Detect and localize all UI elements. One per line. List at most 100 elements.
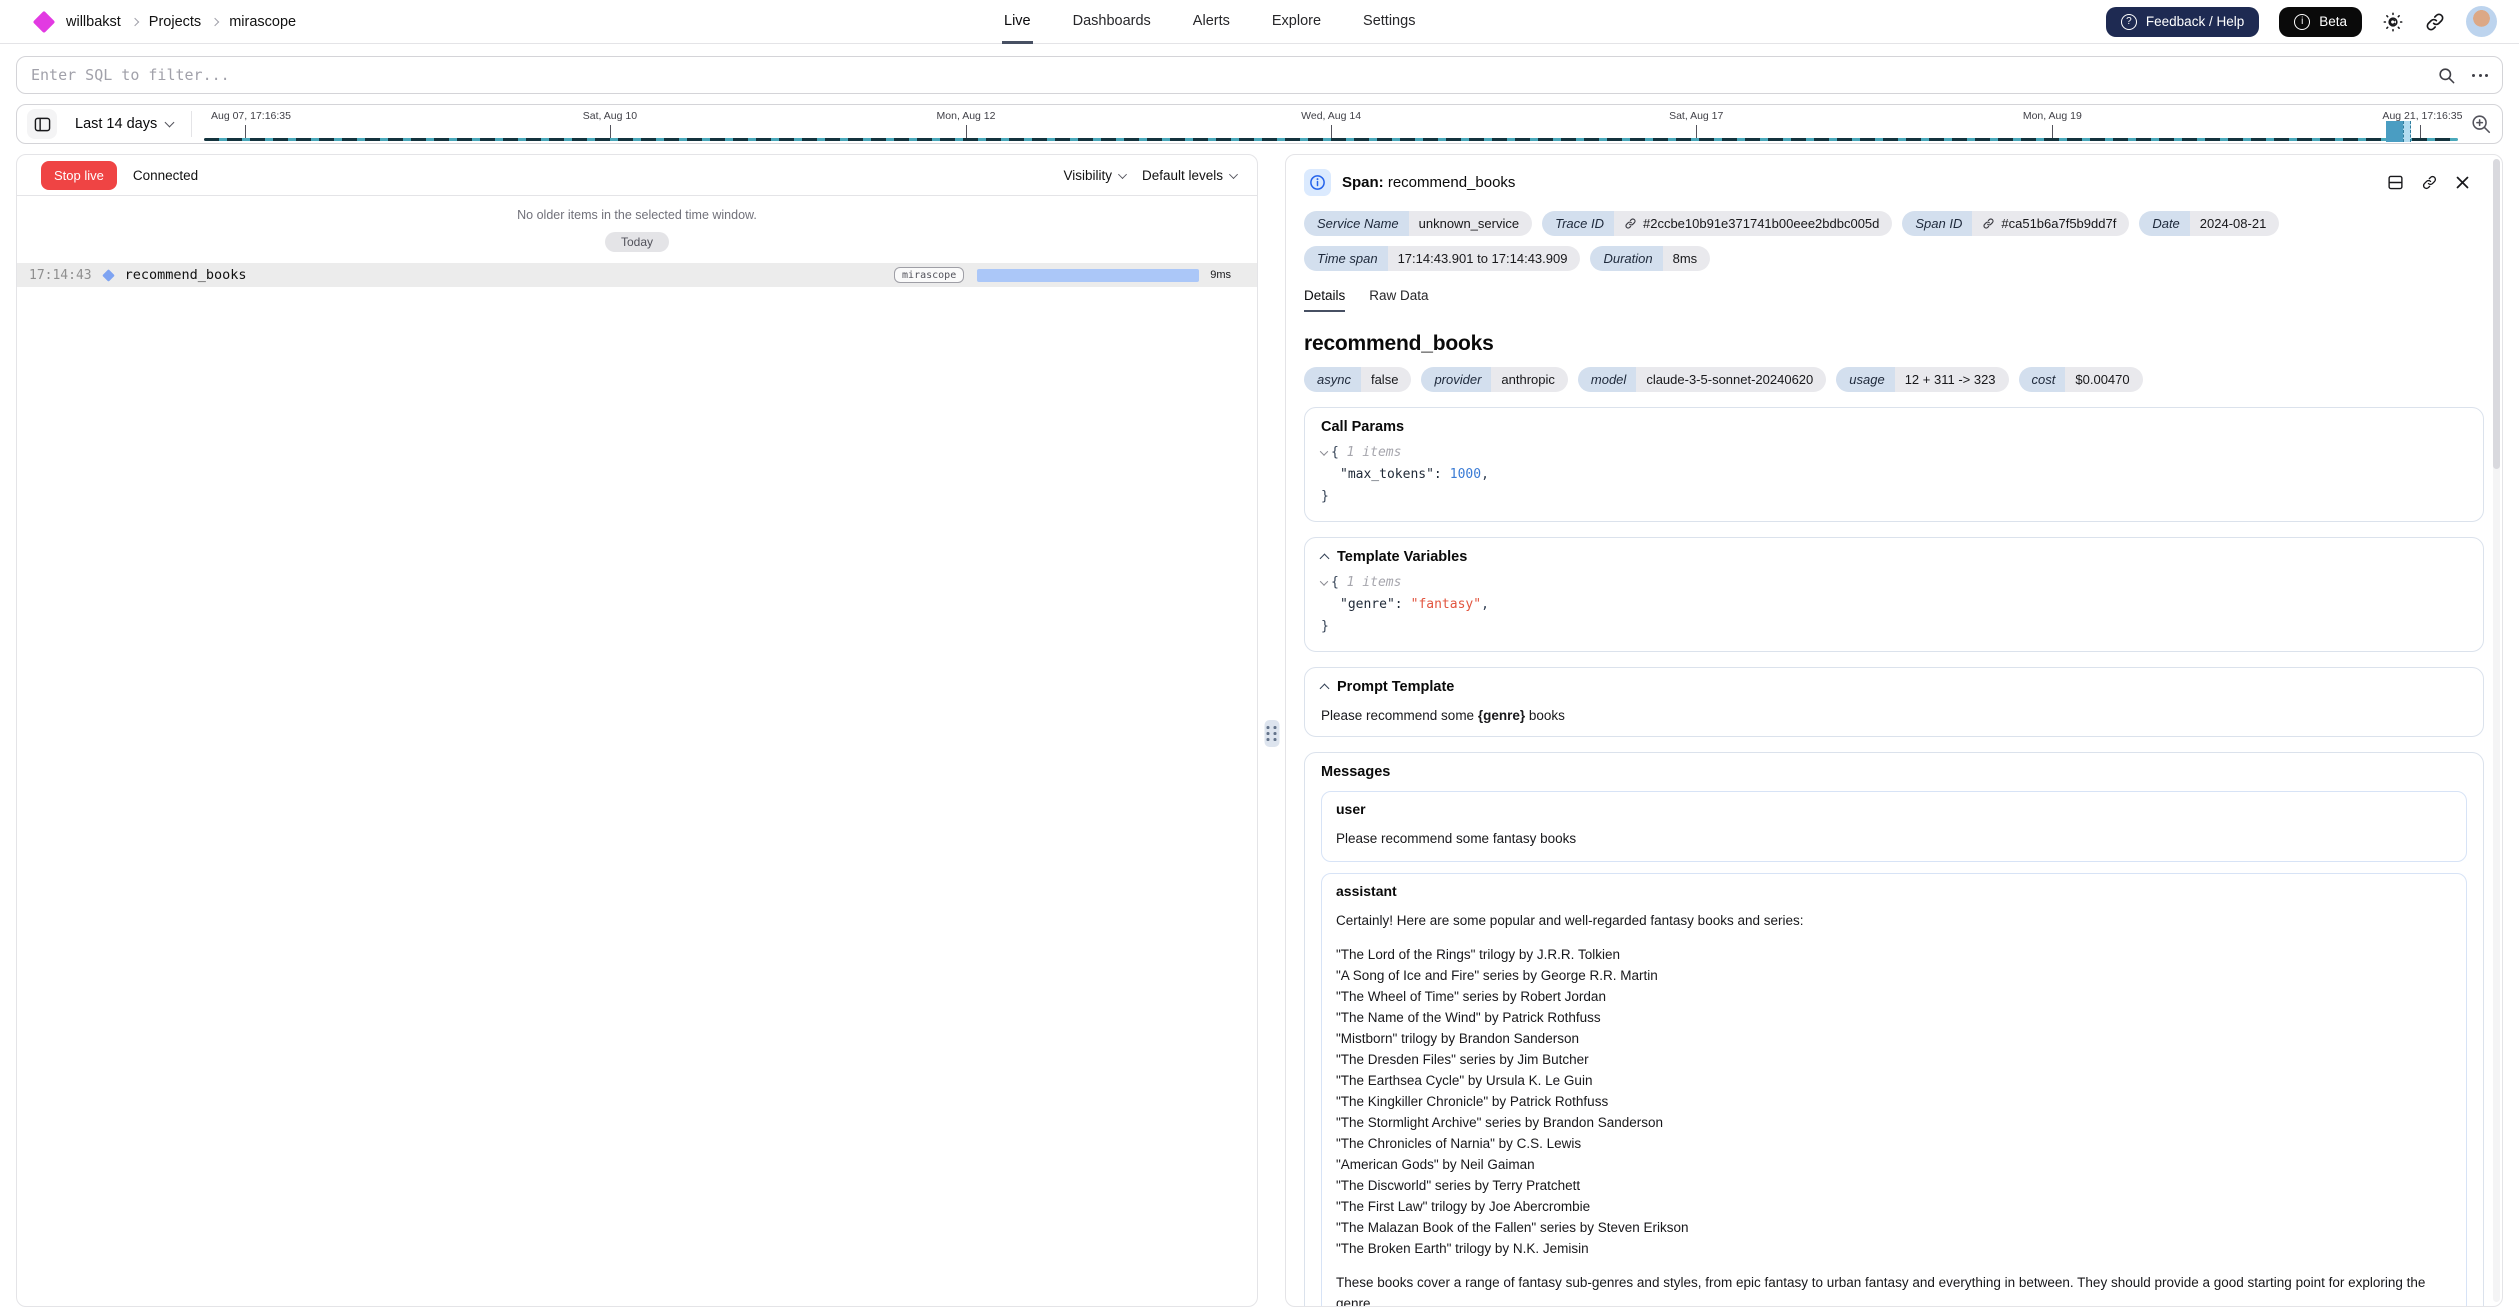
duration-bar [977,269,1199,282]
timeline-tick-label: Mon, Aug 19 [2023,110,2082,122]
badge-value: anthropic [1491,367,1567,392]
tab-raw-data[interactable]: Raw Data [1369,288,1428,312]
model-badge: model claude-3-5-sonnet-20240620 [1578,367,1826,392]
badge-label: cost [2019,367,2066,392]
trace-name: recommend_books [125,267,247,283]
tab-alerts[interactable]: Alerts [1191,0,1232,44]
theme-toggle-icon[interactable] [2382,11,2404,33]
default-levels-label: Default levels [1142,168,1223,183]
breadcrumb: willbakst Projects mirascope [66,14,296,30]
span-header-actions [2387,174,2484,191]
user-message: user Please recommend some fantasy books [1321,791,2467,862]
call-params-card: Call Params { 1 items "max_tokens":1000,… [1304,407,2484,522]
scrollbar-thumb[interactable] [2493,159,2500,469]
user-avatar[interactable] [2466,6,2497,37]
visibility-dropdown[interactable]: Visibility [1063,168,1126,183]
feedback-help-label: Feedback / Help [2146,14,2244,29]
badge-label: async [1304,367,1361,392]
badge-value: 17:14:43.901 to 17:14:43.909 [1388,246,1581,271]
feedback-help-button[interactable]: ? Feedback / Help [2106,7,2259,37]
visibility-label: Visibility [1063,168,1112,183]
stop-live-button[interactable]: Stop live [41,161,117,190]
copy-link-icon[interactable] [2421,174,2438,191]
badge-value: #2ccbe10b91e371741b00eee2bdbc005d [1614,211,1892,236]
badge-value: unknown_service [1409,211,1532,236]
timeline-selection[interactable] [2386,121,2403,142]
trace-id-badge[interactable]: Trace ID #2ccbe10b91e371741b00eee2bdbc00… [1542,211,1892,236]
book-list-item: "The Lord of the Rings" trilogy by J.R.R… [1336,944,2452,965]
span-detail-panel: Span: recommend_books [1285,154,2503,1307]
assistant-message: assistant Certainly! Here are some popul… [1321,873,2467,1307]
message-intro: Certainly! Here are some popular and wel… [1336,910,2452,931]
chevron-down-icon [1229,170,1238,179]
link-icon [1624,217,1637,230]
default-levels-dropdown[interactable]: Default levels [1142,168,1237,183]
message-outro: These books cover a range of fantasy sub… [1336,1272,2452,1307]
app-logo-icon[interactable] [33,10,56,33]
tab-live[interactable]: Live [1002,0,1033,44]
badge-value: 8ms [1663,246,1711,271]
span-meta-badges: Service Name unknown_service Trace ID #2… [1304,211,2484,271]
brand: willbakst Projects mirascope [36,14,296,30]
panel-gutter [1258,154,1285,1307]
live-feed-toolbar: Stop live Connected Visibility Default l… [17,155,1257,196]
panel-resize-handle[interactable] [1264,720,1279,747]
sidebar-toggle-icon[interactable] [27,109,57,139]
divider [191,111,192,137]
span-id-badge[interactable]: Span ID #ca51b6a7f5b9dd7f [1902,211,2129,236]
breadcrumb-project[interactable]: mirascope [229,14,296,30]
book-list-item: "The First Law" trilogy by Joe Abercromb… [1336,1196,2452,1217]
span-title: Span: recommend_books [1342,174,1515,191]
book-list-item: "American Gods" by Neil Gaiman [1336,1154,2452,1175]
chevron-down-icon [165,118,175,128]
time-range-selector[interactable]: Last 14 days [69,116,179,132]
message-role: user [1336,801,2452,817]
tab-settings[interactable]: Settings [1361,0,1417,44]
template-variables-title[interactable]: Template Variables [1321,549,2467,565]
service-name-badge: Service Name unknown_service [1304,211,1532,236]
timeline-track[interactable]: Aug 07, 17:16:35 Sat, Aug 10 Mon, Aug 12… [204,105,2458,143]
close-icon[interactable] [2455,175,2470,190]
breadcrumb-org[interactable]: willbakst [66,14,121,30]
connection-status: Connected [133,168,198,183]
more-options-icon[interactable] [2472,74,2488,77]
collapse-toggle-icon[interactable] [1320,577,1328,585]
top-nav: willbakst Projects mirascope Live Dashbo… [0,0,2519,44]
prompt-template-card: Prompt Template Please recommend some {g… [1304,667,2484,737]
messages-title: Messages [1321,764,2467,780]
badge-value: false [1361,367,1411,392]
badge-value: #ca51b6a7f5b9dd7f [1972,211,2129,236]
tab-details[interactable]: Details [1304,288,1345,312]
tab-dashboards[interactable]: Dashboards [1071,0,1153,44]
sql-filter-input[interactable] [31,66,2421,84]
search-icon[interactable] [2437,66,2456,85]
trace-time: 17:14:43 [29,268,92,283]
book-list-item: "The Dresden Files" series by Jim Butche… [1336,1049,2452,1070]
badge-value: 12 + 311 -> 323 [1895,367,2009,392]
prompt-template-title[interactable]: Prompt Template [1321,679,2467,695]
live-feed-panel: Stop live Connected Visibility Default l… [16,154,1258,1307]
scrollbar[interactable] [2493,159,2500,1302]
badge-label: Span ID [1902,211,1972,236]
time-span-badge: Time span 17:14:43.901 to 17:14:43.909 [1304,246,1580,271]
date-badge: Date 2024-08-21 [2139,211,2279,236]
badge-label: usage [1836,367,1894,392]
collapse-toggle-icon[interactable] [1320,447,1328,455]
badge-label: Duration [1590,246,1662,271]
template-variables-card: Template Variables { 1 items "genre":"fa… [1304,537,2484,652]
trace-row-recommend-books[interactable]: 17:14:43 recommend_books mirascope 9ms [17,263,1257,287]
timeline-activity-line [204,138,2458,141]
badge-label: provider [1421,367,1491,392]
zoom-in-icon[interactable] [2470,113,2492,135]
link-icon [1982,217,1995,230]
cost-badge: cost $0.00470 [2019,367,2143,392]
beta-badge[interactable]: i Beta [2279,7,2362,37]
share-link-icon[interactable] [2424,11,2446,33]
breadcrumb-projects[interactable]: Projects [149,14,201,30]
book-list-item: "The Wheel of Time" series by Robert Jor… [1336,986,2452,1007]
question-icon: ? [2121,14,2137,30]
expand-panel-icon[interactable] [2387,174,2404,191]
tab-explore[interactable]: Explore [1270,0,1323,44]
book-list-item: "The Broken Earth" trilogy by N.K. Jemis… [1336,1238,2452,1259]
duration-badge: Duration 8ms [1590,246,1710,271]
